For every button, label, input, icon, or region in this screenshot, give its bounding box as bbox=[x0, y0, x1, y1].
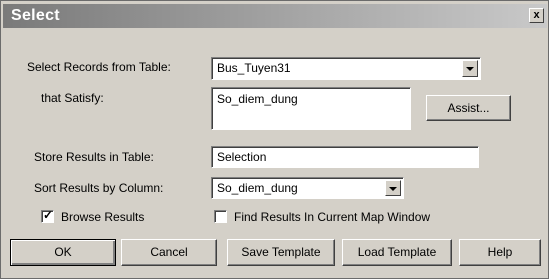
select-records-label: Select Records from Table: bbox=[27, 60, 171, 74]
assist-button[interactable]: Assist... bbox=[426, 95, 511, 121]
find-results-label: Find Results In Current Map Window bbox=[234, 210, 431, 224]
load-template-button[interactable]: Load Template bbox=[342, 239, 452, 266]
ok-button[interactable]: OK bbox=[10, 239, 116, 266]
close-icon: x bbox=[533, 9, 540, 21]
chevron-down-icon[interactable] bbox=[385, 180, 401, 196]
check-icon: ✓ bbox=[43, 208, 54, 222]
store-table-input[interactable]: Selection bbox=[211, 146, 479, 168]
table-dropdown-value: Bus_Tuyen31 bbox=[217, 61, 291, 75]
store-table-value: Selection bbox=[217, 150, 267, 164]
cancel-button[interactable]: Cancel bbox=[121, 239, 217, 266]
condition-value: So_diem_dung bbox=[217, 92, 298, 106]
select-dialog: Select x Select Records from Table: Bus_… bbox=[0, 0, 549, 279]
help-button[interactable]: Help bbox=[459, 239, 541, 266]
find-results-checkbox[interactable] bbox=[214, 210, 227, 223]
condition-field[interactable]: So_diem_dung bbox=[211, 87, 411, 130]
that-satisfy-label: that Satisfy: bbox=[41, 91, 104, 105]
sort-column-value: So_diem_dung bbox=[217, 181, 298, 195]
sort-column-dropdown[interactable]: So_diem_dung bbox=[211, 177, 404, 199]
store-results-label: Store Results in Table: bbox=[34, 150, 154, 164]
close-button[interactable]: x bbox=[529, 8, 544, 23]
chevron-down-icon[interactable] bbox=[462, 60, 478, 77]
table-dropdown[interactable]: Bus_Tuyen31 bbox=[211, 57, 481, 80]
title-bar[interactable]: Select x bbox=[3, 4, 547, 28]
save-template-button[interactable]: Save Template bbox=[227, 239, 335, 266]
dialog-title: Select bbox=[11, 7, 60, 24]
browse-results-checkbox[interactable]: ✓ bbox=[41, 208, 54, 223]
sort-results-label: Sort Results by Column: bbox=[34, 181, 164, 195]
browse-results-label: Browse Results bbox=[61, 210, 145, 224]
